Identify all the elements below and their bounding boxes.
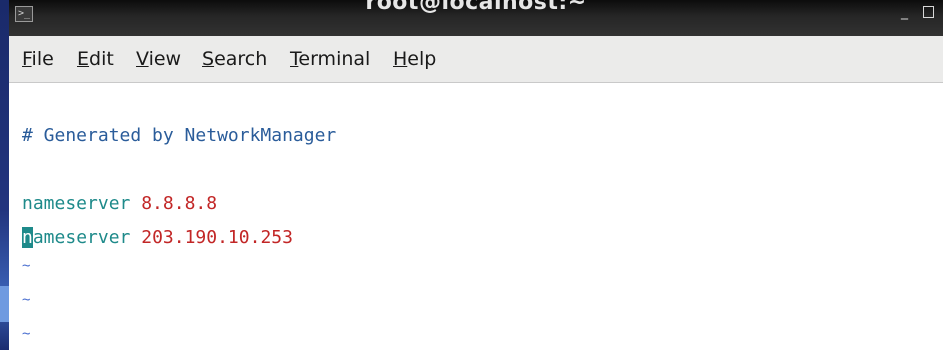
desktop-edge (0, 0, 9, 350)
comment-line: # Generated by NetworkManager (22, 125, 337, 146)
menu-edit-accel: E (77, 48, 90, 70)
empty-line-marker: ~ (22, 292, 31, 308)
empty-line-marker: ~ (22, 326, 31, 342)
empty-line-marker: ~ (22, 258, 31, 274)
menu-edit-label: dit (89, 48, 114, 70)
nameserver-keyword: ameserver (32, 227, 131, 248)
menu-search[interactable]: Search (202, 48, 267, 70)
menu-help[interactable]: Help (393, 48, 436, 70)
menu-terminal-label: erminal (298, 48, 371, 70)
nameserver-line-2: nameserver 203.190.10.253 (22, 227, 293, 249)
menu-view-accel: V (136, 48, 149, 70)
nameserver-keyword: nameserver (22, 193, 131, 214)
menu-search-accel: S (202, 48, 215, 70)
menu-help-label: elp (407, 48, 437, 70)
screen: >_ root@localhost:~ _ File Edit View Sea… (0, 0, 943, 350)
menu-file-accel: F (22, 48, 32, 70)
menu-file[interactable]: File (22, 48, 54, 70)
menu-search-label: earch (214, 48, 268, 70)
terminal-window: >_ root@localhost:~ _ File Edit View Sea… (9, 0, 943, 350)
text-cursor: n (22, 227, 33, 248)
menu-file-label: ile (31, 48, 54, 70)
window-title: root@localhost:~ (365, 0, 587, 15)
minimize-button[interactable]: _ (901, 4, 908, 20)
menu-view[interactable]: View (136, 48, 181, 70)
nameserver-line-1: nameserver 8.8.8.8 (22, 193, 217, 215)
menu-bar: File Edit View Search Terminal Help (9, 36, 943, 83)
menu-terminal[interactable]: Terminal (290, 48, 370, 70)
menu-help-accel: H (393, 48, 408, 70)
desktop-edge-highlight (0, 286, 9, 322)
nameserver-value: 203.190.10.253 (141, 227, 293, 248)
title-bar[interactable]: >_ root@localhost:~ _ (9, 0, 943, 36)
terminal-content[interactable]: # Generated by NetworkManager nameserver… (9, 83, 943, 350)
maximize-button[interactable] (923, 6, 934, 18)
nameserver-value: 8.8.8.8 (141, 193, 218, 214)
menu-edit[interactable]: Edit (77, 48, 114, 70)
menu-view-label: iew (148, 48, 182, 70)
